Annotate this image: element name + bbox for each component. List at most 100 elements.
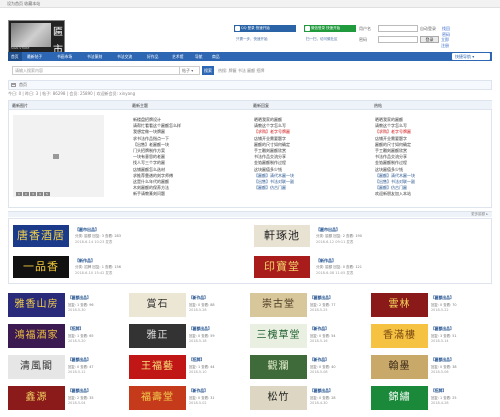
gallery-item[interactable]: 鑫源 【匾额出品】 回复: 2 查看: 35 2018-5-04: [8, 384, 129, 415]
gallery-item[interactable]: 福壽堂 【新作品】 回复: 0 查看: 31 2018-5-02: [129, 384, 250, 415]
login-button[interactable]: 登录: [420, 36, 439, 43]
register-link[interactable]: 立即注册: [441, 37, 451, 49]
post-meta: 分类: 匾额 回复: 0 查看: 121: [316, 265, 363, 269]
gallery-item[interactable]: 松竹 【匾额出品】 回复: 0 查看: 28 2018-4-30: [250, 384, 371, 415]
nav-item-calligraphy[interactable]: 书法篆刻: [84, 52, 105, 61]
post-thumbnail[interactable]: 印寶堂: [254, 256, 310, 278]
featured-post[interactable]: 唐香酒居 【匾市出品】 分类: 匾额 回复: 3 查看: 283 2018-6-14 …: [9, 222, 249, 250]
gallery-image[interactable]: 錦繡: [371, 386, 428, 410]
gallery-title[interactable]: 【匾额出品】: [189, 326, 212, 332]
gallery-title[interactable]: 【新作品】: [310, 326, 329, 332]
hot-searches[interactable]: 热搜: 牌匾 书法 匾额 招牌: [218, 68, 264, 74]
gallery-title[interactable]: 【招牌】: [189, 357, 204, 363]
gallery-title[interactable]: 【匾额出品】: [68, 388, 91, 394]
gallery-title[interactable]: 【招牌】: [68, 326, 83, 332]
nav-item-guide[interactable]: 导航: [192, 52, 206, 61]
nav-item-shop[interactable]: 商品: [209, 52, 223, 61]
gallery-image[interactable]: 清風閣: [8, 355, 65, 379]
nav-item-exchange[interactable]: 书法交流: [114, 52, 135, 61]
gallery-title[interactable]: 【招牌】: [431, 388, 446, 394]
breadcrumb-home[interactable]: 首页: [19, 82, 27, 87]
gallery-item[interactable]: 崇古堂 【匾额出品】 回复: 2 查看: 77 2018-5-25: [250, 291, 371, 322]
password-input[interactable]: [378, 36, 418, 43]
gallery-image[interactable]: 雅香山房: [8, 293, 65, 317]
gallery-item[interactable]: 翰墨 【匾额出品】 回复: 0 查看: 38 2018-5-06: [371, 353, 492, 384]
gallery-date: 2018-4-30: [310, 401, 328, 405]
nav-item-market[interactable]: 书画市场: [54, 52, 75, 61]
wechat-login-button[interactable]: 微信登录 快速开始: [304, 25, 356, 32]
gallery-item[interactable]: 鴻福酒家 【招牌】 回复: 1 查看: 65 2018-5-20: [8, 322, 129, 353]
list-item[interactable]: 【匾额】仿古门匾: [254, 185, 369, 191]
gallery-image[interactable]: 王福藝: [129, 355, 186, 379]
gallery-title[interactable]: 【匾额出品】: [431, 357, 454, 363]
post-thumbnail[interactable]: 唐香酒居: [13, 225, 69, 247]
qq-login-button[interactable]: QQ 登录 快速开始: [234, 25, 296, 32]
gallery-image[interactable]: 鴻福酒家: [8, 324, 65, 348]
slide-dot[interactable]: 3: [30, 192, 36, 196]
nav-item-works[interactable]: 好作品: [144, 52, 161, 61]
gallery-image[interactable]: 香滿樓: [371, 324, 428, 348]
featured-post[interactable]: 印寶堂 【新作品】 分类: 匾额 回复: 0 查看: 121 2018-6-08 11…: [250, 253, 490, 281]
home-icon[interactable]: [11, 83, 16, 87]
post-title[interactable]: 【新作品】: [75, 258, 95, 264]
image-slideshow[interactable]: 12345: [13, 115, 104, 197]
gallery-title[interactable]: 【匾额出品】: [68, 357, 91, 363]
quick-nav-dropdown[interactable]: 快捷导航 ▾: [452, 53, 490, 60]
list-item[interactable]: 欢迎新朋友加入本站: [375, 191, 490, 197]
gallery-title[interactable]: 【新作品】: [189, 388, 208, 394]
gallery-item[interactable]: 雲林 【匾额出品】 回复: 0 查看: 70 2018-5-22: [371, 291, 492, 322]
gallery-image[interactable]: 福壽堂: [129, 386, 186, 410]
gallery-item[interactable]: 雅香山房 【匾额出品】 回复: 1 查看: 96 2018-5-30: [8, 291, 129, 322]
gallery-item[interactable]: 觀瀾 【新作品】 回复: 0 查看: 40 2018-5-08: [250, 353, 371, 384]
gallery-item[interactable]: 雅正 【匾额出品】 回复: 0 查看: 59 2018-5-18: [129, 322, 250, 353]
gallery-item[interactable]: 錦繡 【招牌】 回复: 1 查看: 25 2018-4-28: [371, 384, 492, 415]
slide-dot[interactable]: 5: [44, 192, 50, 196]
gallery-title[interactable]: 【匾额出品】: [431, 295, 454, 301]
nav-item-latest[interactable]: 最新帖子: [24, 52, 45, 61]
gallery-title[interactable]: 【匾额出品】: [68, 295, 91, 301]
username-input[interactable]: [378, 25, 418, 32]
gallery-image[interactable]: 崇古堂: [250, 293, 307, 317]
gallery-image[interactable]: 觀瀾: [250, 355, 307, 379]
search-type-select[interactable]: 帖子 ▾: [180, 66, 200, 75]
more-link[interactable]: 更多匾额 ▸: [471, 212, 488, 216]
auto-login-checkbox[interactable]: 自动登录: [420, 26, 436, 32]
gallery-title[interactable]: 【匾额出品】: [310, 295, 333, 301]
slide-dot[interactable]: 4: [37, 192, 43, 196]
post-title[interactable]: 【匾市出品】: [316, 227, 340, 233]
gallery-image[interactable]: 賞石: [129, 293, 186, 317]
gallery-title[interactable]: 【新作品】: [189, 295, 208, 301]
nav-item-home[interactable]: 首页: [8, 52, 22, 61]
wechat-login-label: 微信登录 快速开始: [311, 26, 341, 30]
post-title[interactable]: 【新作品】: [316, 258, 336, 264]
gallery-stats: 回复: 1 查看: 65: [68, 334, 94, 338]
gallery-item[interactable]: 賞石 【新作品】 回复: 0 查看: 88 2018-5-28: [129, 291, 250, 322]
gallery-image[interactable]: 雲林: [371, 293, 428, 317]
post-title[interactable]: 【匾市出品】: [75, 227, 99, 233]
featured-post[interactable]: 軒琢池 【匾市出品】 分类: 匾额 回复: 2 查看: 190 2018-6-12 0…: [250, 222, 490, 250]
post-thumbnail[interactable]: 一品香: [13, 256, 69, 278]
top-links[interactable]: 设为首页 收藏本站: [7, 1, 40, 6]
gallery-title[interactable]: 【匾额出品】: [431, 326, 454, 332]
search-button[interactable]: 搜索: [202, 66, 214, 75]
gallery-item[interactable]: 香滿樓 【匾额出品】 回复: 3 查看: 51 2018-5-14: [371, 322, 492, 353]
site-logo[interactable]: 匾市 SIGN STORE: [8, 20, 65, 53]
list-item[interactable]: 新手请教篆刻问题: [133, 191, 248, 197]
gallery-title[interactable]: 【新作品】: [310, 357, 329, 363]
slide-dot[interactable]: 2: [23, 192, 29, 196]
gallery-image[interactable]: 翰墨: [371, 355, 428, 379]
gallery-item[interactable]: 清風閣 【匾额出品】 回复: 0 查看: 47 2018-5-12: [8, 353, 129, 384]
slide-dot[interactable]: 1: [16, 192, 22, 196]
featured-post[interactable]: 一品香 【新作品】 分类: 招牌 回复: 1 查看: 156 2018-6-10 15…: [9, 253, 249, 281]
gallery-image[interactable]: 松竹: [250, 386, 307, 410]
gallery-title[interactable]: 【匾额出品】: [310, 388, 333, 394]
gallery-image[interactable]: 鑫源: [8, 386, 65, 410]
search-input[interactable]: 请输入搜索内容: [12, 66, 180, 75]
gallery-item[interactable]: 王福藝 【招牌】 回复: 1 查看: 44 2018-5-10: [129, 353, 250, 384]
gallery-item[interactable]: 三槐草堂 【新作品】 回复: 0 查看: 54 2018-5-16: [250, 322, 371, 353]
gallery-image[interactable]: 雅正: [129, 324, 186, 348]
nav-item-gallery[interactable]: 艺术馆: [169, 52, 186, 61]
gallery-stats: 回复: 0 查看: 59: [189, 334, 215, 338]
gallery-image[interactable]: 三槐草堂: [250, 324, 307, 348]
post-thumbnail[interactable]: 軒琢池: [254, 225, 310, 247]
